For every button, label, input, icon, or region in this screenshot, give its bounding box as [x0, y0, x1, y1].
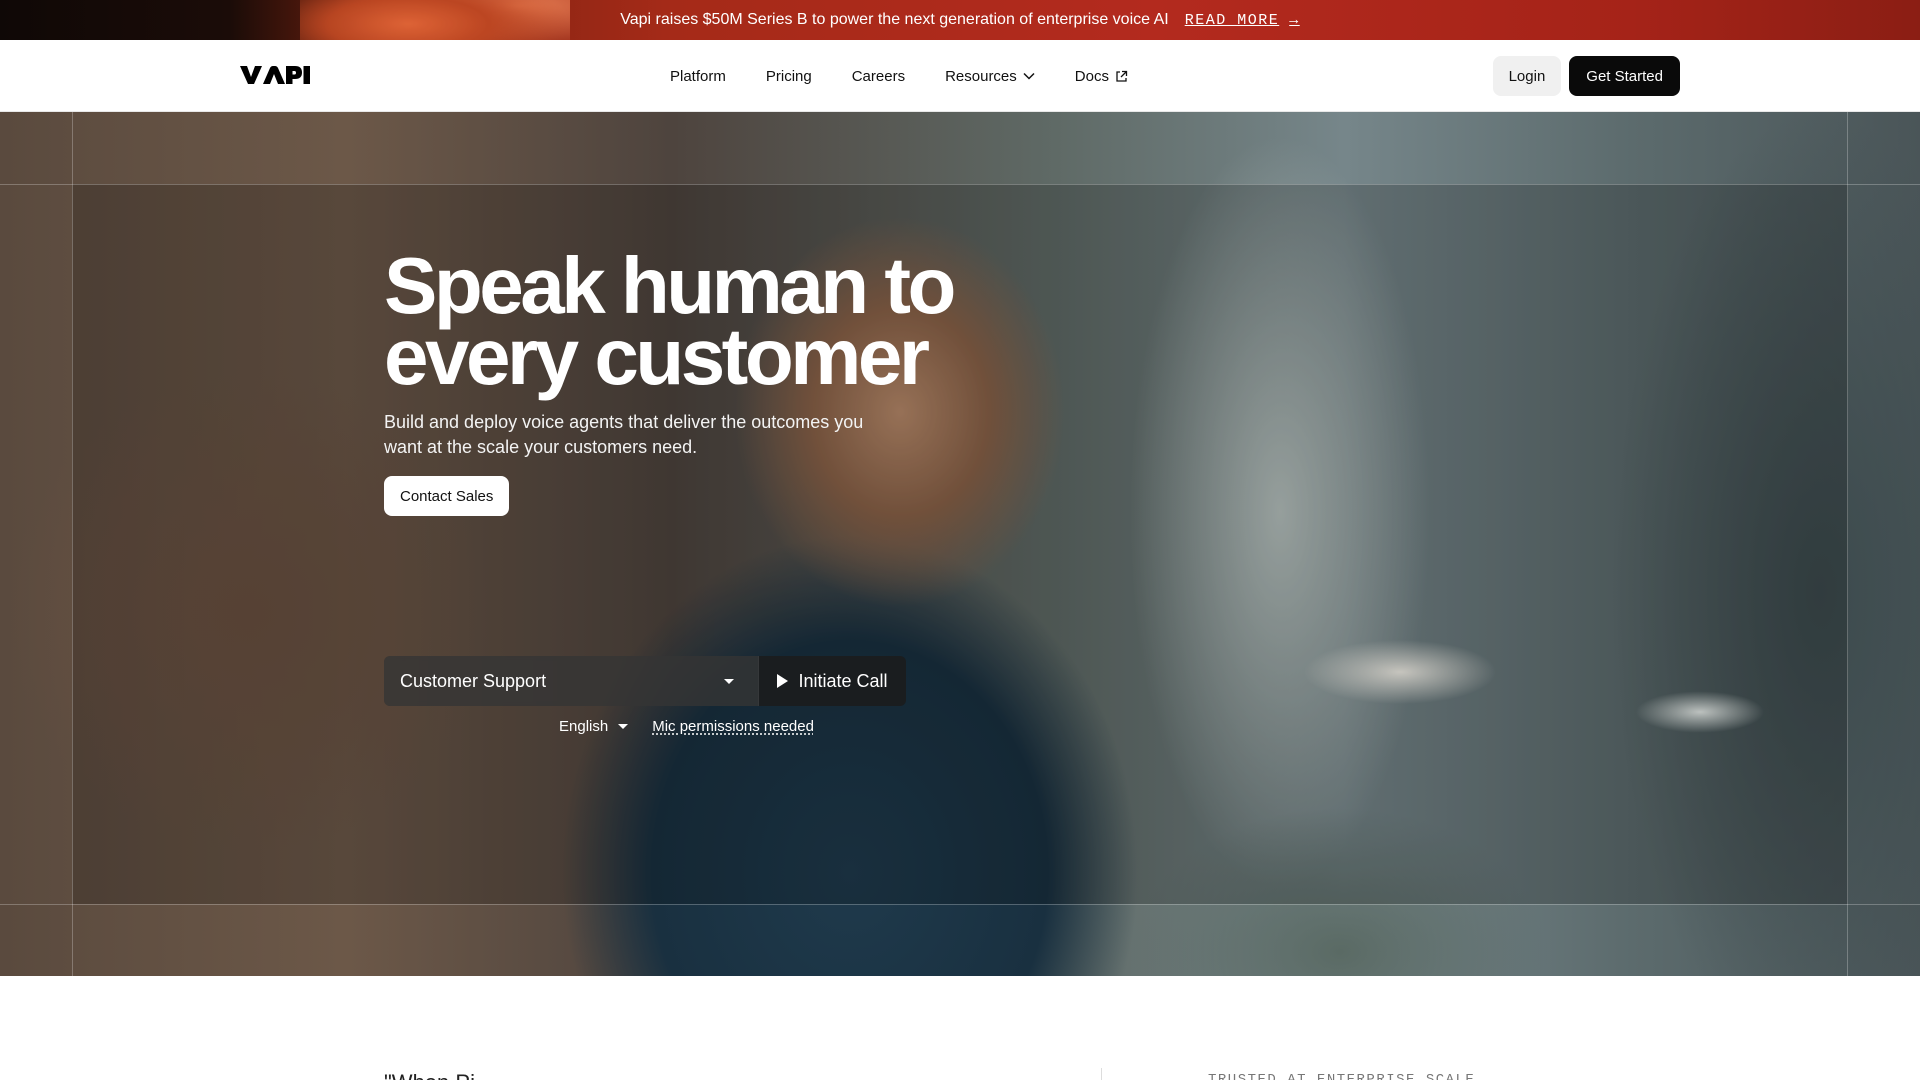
hero-background-photo	[0, 112, 1920, 976]
contact-sales-button[interactable]: Contact Sales	[384, 476, 510, 516]
nav-links: Platform Pricing Careers Resources Docs	[650, 40, 1148, 112]
trusted-label: TRUSTED AT ENTERPRISE SCALE	[1208, 1072, 1476, 1080]
initiate-call-label: Initiate Call	[798, 670, 888, 691]
nav-docs-label: Docs	[1074, 67, 1109, 85]
login-button[interactable]: Login	[1492, 56, 1562, 96]
hero-title-line2: every customer	[384, 312, 930, 401]
caret-down-icon	[618, 724, 629, 729]
vapi-logo[interactable]	[240, 65, 310, 90]
nav-platform[interactable]: Platform	[650, 68, 746, 85]
frame-line-top	[0, 184, 1920, 185]
hero-subtitle: Build and deploy voice agents that deliv…	[384, 412, 864, 457]
nav-resources[interactable]: Resources	[925, 68, 1055, 85]
language-select[interactable]: English	[559, 718, 629, 735]
nav-careers-label: Careers	[851, 67, 906, 85]
section-divider	[1101, 1068, 1102, 1080]
call-options: English Mic permissions needed	[559, 718, 814, 735]
read-more-label: READ MORE	[1184, 11, 1280, 29]
announcement-text: Vapi raises $50M Series B to power the n…	[620, 11, 1169, 28]
chevron-down-icon	[1023, 72, 1035, 80]
hero-content: Speak human to every customer Build and …	[384, 246, 1004, 516]
language-value: English	[559, 718, 609, 735]
play-icon	[777, 674, 789, 688]
call-widget: Customer Support Initiate Call	[384, 656, 906, 706]
mic-permissions-link[interactable]: Mic permissions needed	[652, 718, 814, 735]
initiate-call-button[interactable]: Initiate Call	[758, 656, 906, 706]
nav-platform-label: Platform	[670, 67, 726, 85]
nav-resources-label: Resources	[945, 67, 1017, 85]
nav-pricing[interactable]: Pricing	[746, 68, 832, 85]
main-nav: Platform Pricing Careers Resources Docs …	[0, 40, 1920, 112]
nav-docs[interactable]: Docs	[1055, 68, 1148, 85]
vapi-logo-icon	[240, 66, 310, 84]
caret-down-icon	[724, 678, 734, 684]
arrow-right-icon: →	[1289, 11, 1300, 29]
page: Vapi raises $50M Series B to power the n…	[0, 0, 1920, 1080]
nav-actions: Login Get Started	[1492, 56, 1680, 96]
nav-pricing-label: Pricing	[765, 67, 812, 85]
frame-line-right	[1847, 112, 1848, 1080]
testimonial-quote: "When Pi...	[384, 1070, 1084, 1080]
agent-type-value: Customer Support	[400, 670, 547, 691]
read-more-link[interactable]: READ MORE →	[1185, 12, 1300, 29]
frame-line-bottom	[0, 904, 1920, 905]
below-hero-section	[0, 976, 1920, 1080]
frame-line-left	[72, 112, 73, 1080]
nav-careers[interactable]: Careers	[832, 68, 925, 85]
announcement-bar: Vapi raises $50M Series B to power the n…	[0, 0, 1920, 60]
external-link-icon	[1116, 70, 1128, 82]
get-started-button[interactable]: Get Started	[1569, 56, 1680, 96]
hero-title: Speak human to every customer	[384, 246, 1004, 397]
agent-type-select[interactable]: Customer Support	[384, 656, 758, 706]
